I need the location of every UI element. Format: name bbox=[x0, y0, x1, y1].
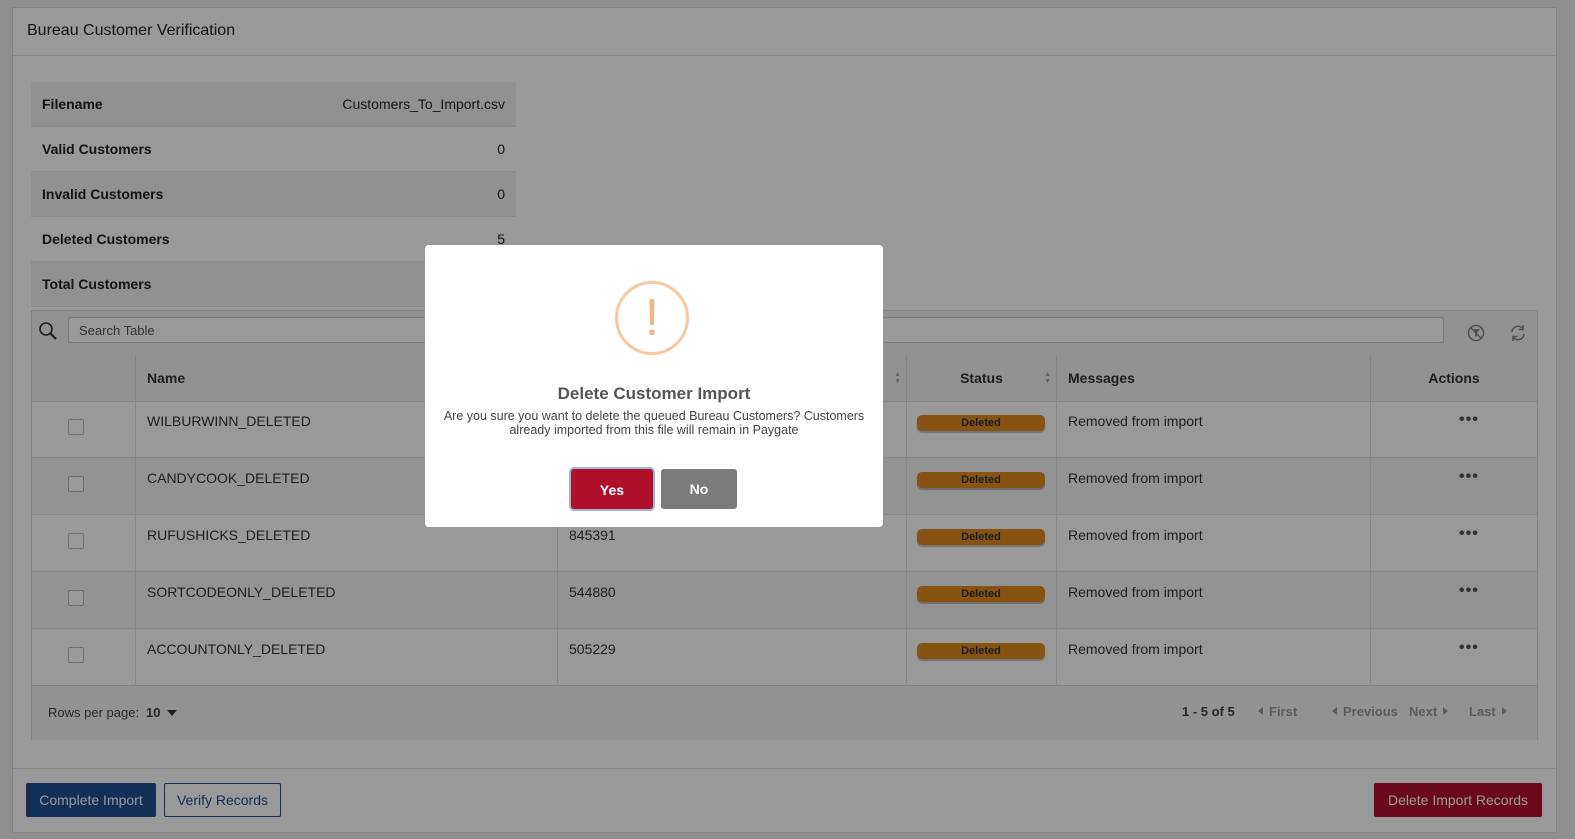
warning-exclamation-icon: ! bbox=[615, 281, 689, 355]
cancel-no-button[interactable]: No bbox=[661, 469, 737, 509]
delete-confirmation-dialog: ! Delete Customer Import Are you sure yo… bbox=[425, 245, 883, 527]
dialog-message: Are you sure you want to delete the queu… bbox=[443, 409, 865, 437]
confirm-yes-button[interactable]: Yes bbox=[571, 469, 653, 509]
dialog-title: Delete Customer Import bbox=[557, 384, 751, 403]
